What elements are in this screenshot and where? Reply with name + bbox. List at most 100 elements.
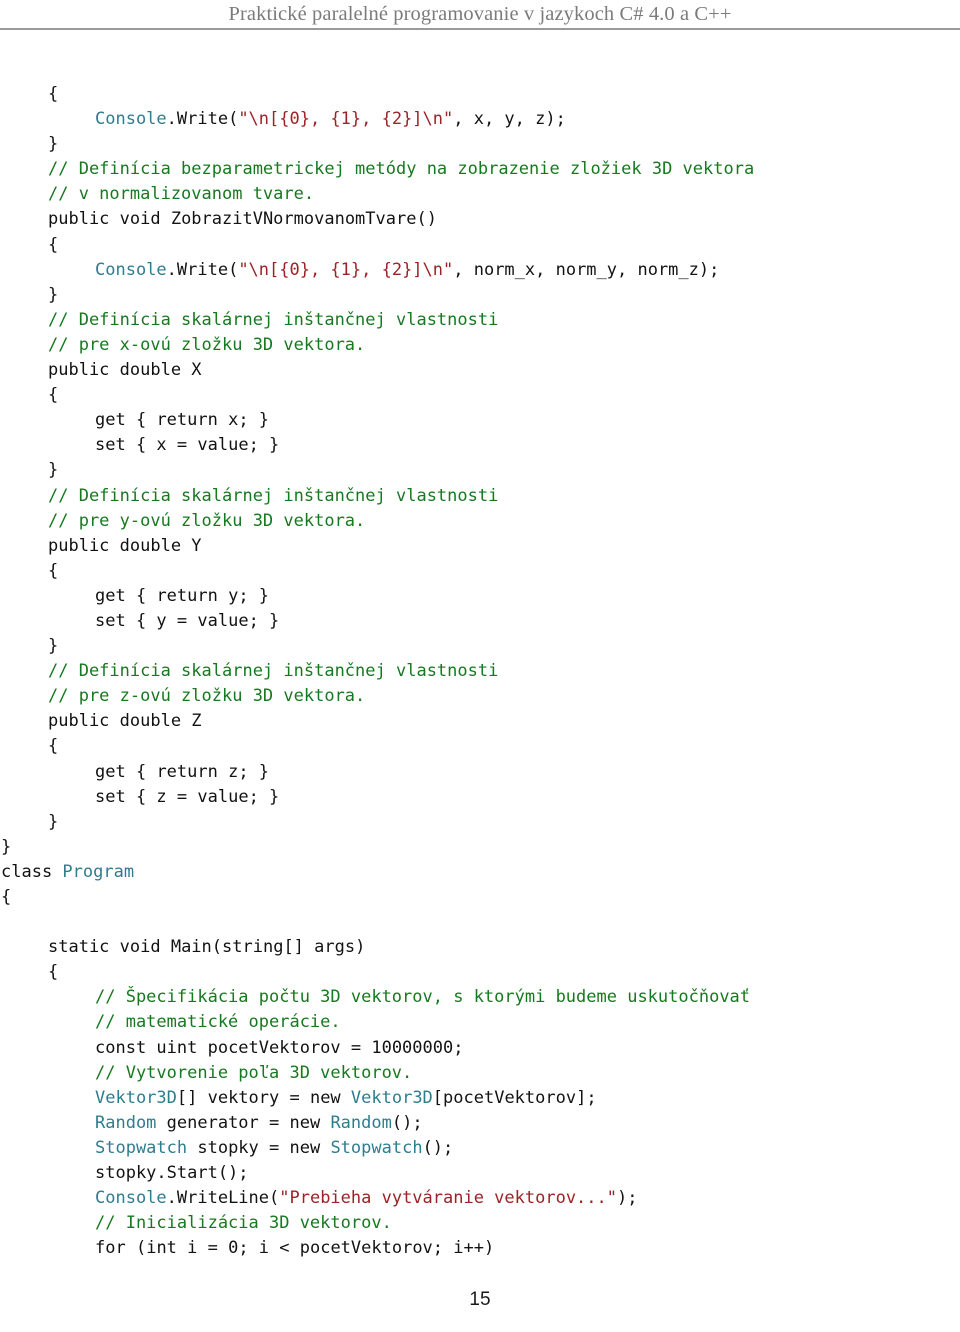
code-token-plain: stopky.Start(); — [95, 1163, 249, 1184]
code-token-string: "\n[{0}, {1}, {2}]\n" — [238, 109, 454, 130]
code-token-plain: { — [48, 560, 59, 581]
code-token-keyword: set — [95, 435, 126, 456]
code-token-keyword: public void — [48, 209, 171, 230]
code-token-plain: ; } — [248, 435, 280, 456]
code-token-plain: { — [48, 385, 59, 406]
code-token-type: Vektor3D — [95, 1087, 177, 1108]
code-line: set { x = value; } — [0, 433, 960, 458]
code-line: stopky.Start(); — [0, 1161, 960, 1186]
code-line: Console.WriteLine("Prebieha vytváranie v… — [0, 1186, 960, 1211]
code-line: set { z = value; } — [0, 785, 960, 810]
code-line: { — [0, 559, 960, 584]
code-line: public double Z — [0, 709, 960, 734]
code-token-keyword: get — [95, 410, 126, 431]
page-header: Praktické paralelné programovanie v jazy… — [0, 0, 960, 31]
code-line: } — [0, 835, 960, 860]
code-token-keyword: new — [289, 1137, 331, 1158]
code-token-plain: { — [125, 761, 157, 782]
code-line: const uint pocetVektorov = 10000000; — [0, 1036, 960, 1061]
code-line: Random generator = new Random(); — [0, 1111, 960, 1136]
code-token-plain: pocetVektorov = 10000000; — [207, 1037, 464, 1058]
code-token-plain: , x, y, z); — [453, 109, 566, 130]
code-token-type: Stopwatch — [95, 1137, 188, 1158]
code-line: // Definícia bezparametrickej metódy na … — [0, 157, 960, 182]
code-token-comment: // matematické operácie. — [95, 1012, 341, 1033]
code-token-plain: { — [48, 84, 59, 104]
code-token-type: Stopwatch — [330, 1137, 423, 1158]
code-token-plain: } — [48, 284, 59, 305]
code-line: get { return x; } — [0, 408, 960, 433]
code-line: // Definícia skalárnej inštančnej vlastn… — [0, 484, 960, 509]
code-token-plain: Main( — [170, 937, 223, 958]
code-token-keyword: value — [197, 786, 249, 807]
code-token-plain: { y = — [125, 610, 198, 631]
code-token-string: "\n[{0}, {1}, {2}]\n" — [238, 259, 454, 280]
code-line: // pre x-ovú zložku 3D vektora. — [0, 333, 960, 358]
code-token-comment: // Vytvorenie poľa 3D vektorov. — [95, 1062, 413, 1083]
code-token-keyword: return — [156, 410, 218, 431]
code-line: public double Y — [0, 534, 960, 559]
code-line: { — [0, 233, 960, 258]
code-token-plain: .WriteLine( — [166, 1188, 280, 1209]
code-token-keyword: public double — [48, 711, 192, 732]
code-token-type: Random — [95, 1112, 157, 1133]
code-listing: {Console.Write("\n[{0}, {1}, {2}]\n", x,… — [0, 82, 960, 1261]
code-token-plain: { — [1, 887, 12, 907]
code-line: } — [0, 810, 960, 835]
code-token-plain: Z — [191, 711, 202, 732]
code-token-comment: // Definícia bezparametrickej metódy na … — [48, 159, 755, 180]
code-token-plain: stopky = — [187, 1137, 290, 1158]
code-line: // matematické operácie. — [0, 1010, 960, 1035]
code-line: // Vytvorenie poľa 3D vektorov. — [0, 1061, 960, 1086]
code-token-plain: y; } — [217, 585, 270, 606]
code-line: } — [0, 283, 960, 308]
code-token-plain: [] args) — [283, 937, 366, 958]
code-token-type: Console — [95, 1188, 167, 1209]
code-token-plain: ZobrazitVNormovanomTvare() — [170, 209, 437, 230]
code-token-plain: [pocetVektorov]; — [432, 1087, 597, 1108]
code-line: public void ZobrazitVNormovanomTvare() — [0, 207, 960, 232]
code-token-keyword: value — [197, 610, 249, 631]
code-token-plain: Y — [191, 535, 202, 556]
code-token-plain: } — [1, 836, 12, 857]
code-token-plain: } — [48, 134, 59, 155]
code-token-keyword: public double — [48, 360, 192, 381]
code-line: Console.Write("\n[{0}, {1}, {2}]\n", nor… — [0, 258, 960, 283]
code-token-comment: // Definícia skalárnej inštančnej vlastn… — [48, 661, 499, 682]
code-line: { — [0, 960, 960, 985]
code-token-plain: .Write( — [166, 109, 239, 130]
code-token-plain: } — [48, 460, 59, 481]
page-number: 15 — [469, 1289, 491, 1310]
code-token-plain: ( — [135, 1238, 147, 1259]
code-line: get { return y; } — [0, 584, 960, 609]
code-token-plain: ; } — [248, 610, 280, 631]
code-token-plain: ; } — [248, 786, 280, 807]
code-line: // v normalizovanom tvare. — [0, 182, 960, 207]
code-line: public double X — [0, 358, 960, 383]
code-line: } — [0, 458, 960, 483]
code-token-keyword: new — [289, 1112, 331, 1133]
code-token-plain: { — [48, 962, 59, 983]
code-line: // Definícia skalárnej inštančnej vlastn… — [0, 659, 960, 684]
code-token-plain: { — [125, 410, 157, 431]
code-token-plain: generator = — [156, 1112, 290, 1133]
code-line: } — [0, 132, 960, 157]
code-token-string: "Prebieha vytváranie vektorov..." — [279, 1188, 618, 1209]
code-token-comment: // Inicializácia 3D vektorov. — [95, 1213, 392, 1234]
code-line: Stopwatch stopky = new Stopwatch(); — [0, 1136, 960, 1161]
code-line: set { y = value; } — [0, 609, 960, 634]
code-line: } — [0, 634, 960, 659]
code-line: // Špecifikácia počtu 3D vektorov, s kto… — [0, 985, 960, 1010]
code-token-plain: { x = — [125, 435, 198, 456]
code-token-plain: { z = — [125, 786, 198, 807]
code-token-plain: { — [48, 736, 59, 757]
code-token-type: Random — [330, 1112, 392, 1133]
code-token-plain: X — [191, 360, 202, 381]
code-token-keyword: return — [156, 585, 218, 606]
code-token-comment: // pre y-ovú zložku 3D vektora. — [48, 510, 366, 531]
code-token-comment: // Definícia skalárnej inštančnej vlastn… — [48, 309, 499, 330]
code-token-comment: // pre x-ovú zložku 3D vektora. — [48, 334, 366, 355]
code-token-comment: // v normalizovanom tvare. — [48, 184, 315, 205]
code-token-type: Vektor3D — [350, 1087, 433, 1108]
code-token-keyword: return — [156, 761, 218, 782]
